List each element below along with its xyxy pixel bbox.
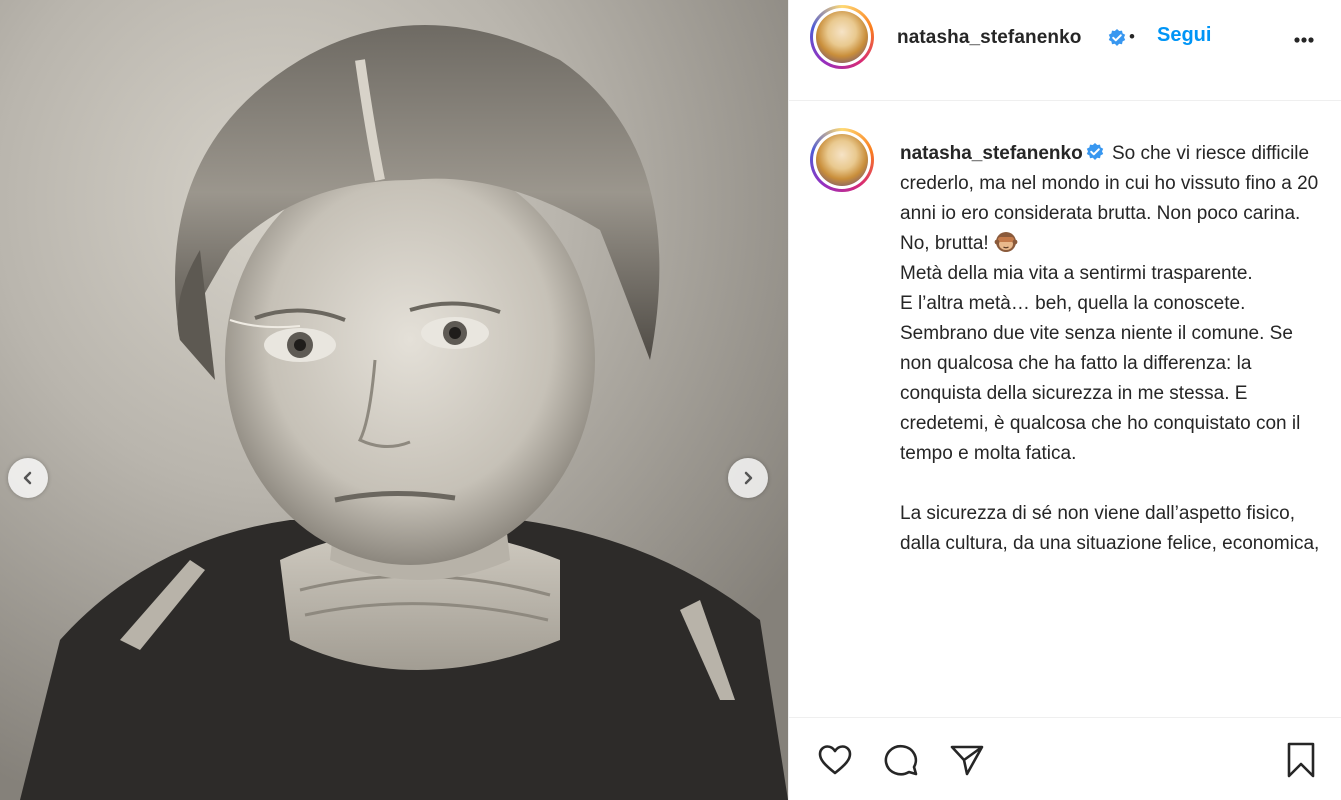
chevron-right-icon bbox=[744, 471, 753, 485]
caption-text-5: Sembrano due vite senza niente il comune… bbox=[900, 323, 1301, 464]
more-options-icon[interactable] bbox=[1289, 26, 1319, 50]
header-username[interactable]: natasha_stefanenko bbox=[897, 27, 1081, 49]
see-no-evil-monkey-emoji bbox=[994, 232, 1018, 252]
caption-avatar[interactable] bbox=[810, 128, 874, 192]
caption-area: natasha_stefanenko So che vi riesce diff… bbox=[789, 101, 1341, 717]
chevron-left-icon bbox=[23, 471, 32, 485]
caption-text-6: La sicurezza di sé non viene dall’aspett… bbox=[900, 503, 1320, 554]
next-image-button[interactable] bbox=[728, 458, 768, 498]
post-panel: natasha_stefanenko • Segui natasha_stefa… bbox=[788, 0, 1341, 800]
caption-text-3: Metà della mia vita a sentirmi trasparen… bbox=[900, 263, 1253, 284]
previous-image-button[interactable] bbox=[8, 458, 48, 498]
separator-dot: • bbox=[1129, 27, 1135, 46]
post-header: natasha_stefanenko • Segui bbox=[789, 0, 1341, 76]
avatar[interactable] bbox=[810, 5, 874, 69]
comment-icon[interactable] bbox=[881, 740, 921, 780]
post-media[interactable] bbox=[0, 0, 788, 800]
bookmark-icon[interactable] bbox=[1281, 740, 1321, 780]
caption-text-4: E l’altra metà… beh, quella la conoscete… bbox=[900, 293, 1246, 314]
follow-button[interactable]: Segui bbox=[1157, 24, 1211, 47]
post-actions bbox=[789, 718, 1341, 800]
post-caption: natasha_stefanenko So che vi riesce diff… bbox=[900, 139, 1320, 559]
verified-badge-icon bbox=[1108, 29, 1126, 46]
post-photo bbox=[0, 0, 788, 800]
caption-text-2: No, brutta! bbox=[900, 233, 989, 254]
verified-badge-icon bbox=[1086, 143, 1103, 160]
caption-username[interactable]: natasha_stefanenko bbox=[900, 143, 1083, 164]
share-icon[interactable] bbox=[947, 740, 987, 780]
heart-icon[interactable] bbox=[815, 740, 855, 780]
